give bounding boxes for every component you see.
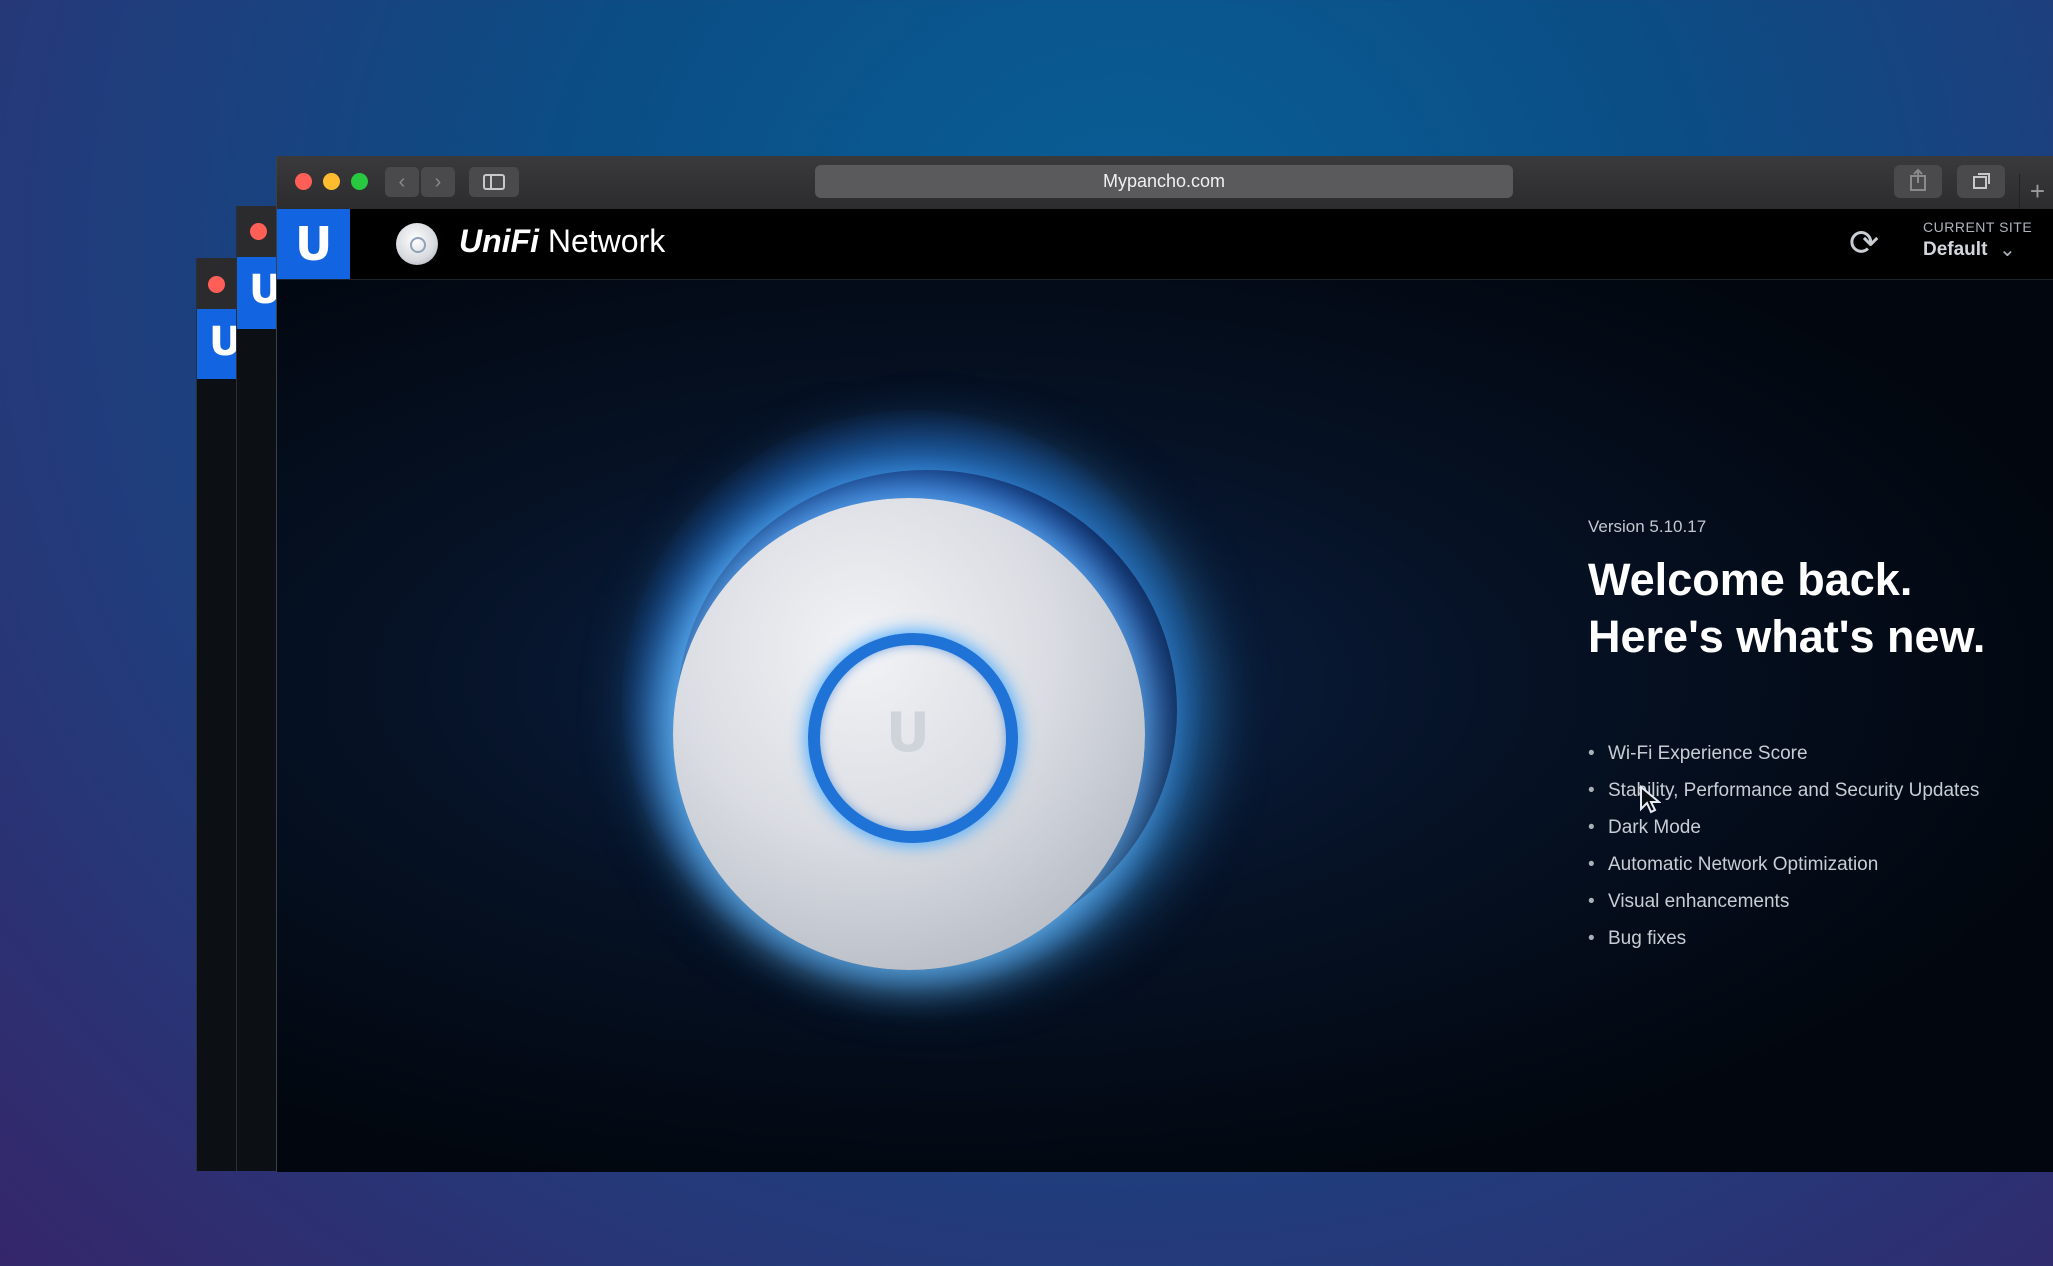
close-window-button[interactable] [250, 223, 267, 240]
access-point-image: U [673, 498, 1145, 970]
chevron-down-icon[interactable]: ⌄ [1999, 237, 2016, 262]
ubiquiti-logo-icon: U [886, 701, 930, 764]
welcome-screen: U Version 5.10.17 Welcome back. Here's w… [277, 280, 2053, 1172]
app-brand: UniFi Network [459, 223, 665, 260]
list-item: Visual enhancements [1588, 883, 2028, 920]
headline-line-2: Here's what's new. [1588, 611, 1986, 662]
sidebar-icon [483, 174, 505, 190]
unifi-u-icon: U [295, 217, 333, 271]
minimize-window-button[interactable] [323, 173, 340, 190]
brand-suffix: Network [547, 223, 666, 259]
brand-prefix: UniFi [459, 223, 539, 259]
current-site-label: CURRENT SITE [1923, 219, 2033, 235]
list-item: Bug fixes [1588, 920, 2028, 957]
release-notes: Version 5.10.17 Welcome back. Here's wha… [1588, 517, 2028, 957]
tabs-icon [1973, 173, 1990, 189]
list-item: Automatic Network Optimization [1588, 846, 2028, 883]
version-label: Version 5.10.17 [1588, 517, 1707, 536]
headline-line-1: Welcome back. [1588, 554, 1913, 605]
chevron-right-icon: › [434, 171, 442, 193]
close-window-button[interactable] [208, 276, 225, 293]
maximize-window-button[interactable] [351, 173, 368, 190]
share-button[interactable] [1894, 165, 1942, 198]
browser-window: ‹ › Mypancho.com + U UniFi Network ⟳ CUR… [276, 156, 2053, 1172]
share-icon [1910, 168, 1926, 191]
tabs-overview-button[interactable] [1957, 165, 2005, 198]
feature-list: Wi-Fi Experience Score Stability, Perfor… [1588, 735, 2028, 957]
unifi-logo-button[interactable]: U [277, 209, 350, 279]
current-site-selector[interactable]: Default [1923, 239, 1987, 261]
list-item: Wi-Fi Experience Score [1588, 735, 2028, 772]
chevron-left-icon: ‹ [398, 171, 406, 193]
mouse-cursor-icon [1640, 785, 1661, 814]
refresh-icon[interactable]: ⟳ [1849, 223, 1879, 263]
forward-button[interactable]: › [421, 167, 455, 197]
app-header: U UniFi Network ⟳ CURRENT SITE Default ⌄ [277, 209, 2053, 280]
new-tab-button[interactable]: + [2019, 174, 2053, 209]
device-led-ring: U [808, 633, 1018, 843]
browser-toolbar: ‹ › Mypancho.com + [277, 156, 2053, 210]
sidebar-toggle-button[interactable] [469, 167, 519, 197]
access-point-icon [396, 223, 438, 265]
back-button[interactable]: ‹ [385, 167, 419, 197]
address-bar[interactable]: Mypancho.com [815, 165, 1513, 198]
close-window-button[interactable] [295, 173, 312, 190]
welcome-headline: Welcome back. Here's what's new. [1588, 551, 2028, 665]
